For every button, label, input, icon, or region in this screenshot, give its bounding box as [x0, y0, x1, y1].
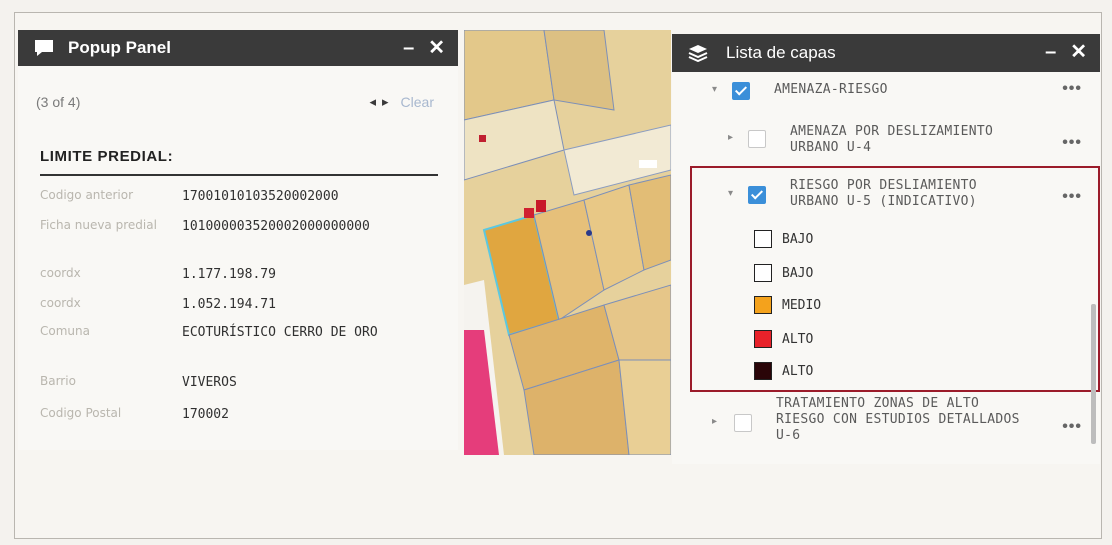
feature-nav: ◂ ▸ Clear — [369, 94, 434, 110]
layer-options-icon[interactable]: ••• — [1062, 418, 1082, 436]
legend-label: MEDIO — [782, 297, 822, 313]
attribute-key: Barrio — [40, 374, 76, 388]
legend-swatch — [754, 296, 772, 314]
feature-count: (3 of 4) — [36, 94, 81, 110]
attribute-row: Codigo Postal 170002 — [40, 406, 440, 423]
layer-options-icon[interactable]: ••• — [1062, 188, 1082, 206]
attribute-value: ECOTURÍSTICO CERRO DE ORO — [182, 325, 378, 340]
popup-panel: Popup Panel – ✕ (3 of 4) ◂ ▸ Clear LIMIT… — [18, 30, 458, 450]
layer-list-panel: Lista de capas – ✕ ▾ AMENAZA-RIESGO ••• … — [672, 34, 1100, 464]
close-button[interactable]: ✕ — [1063, 34, 1094, 70]
legend-item: ALTO — [754, 330, 813, 348]
expand-caret-icon[interactable]: ▸ — [712, 416, 717, 427]
attribute-row: coordx 1.177.198.79 — [40, 266, 440, 283]
legend-item: MEDIO — [754, 296, 821, 314]
attribute-value: 1.052.194.71 — [182, 297, 276, 312]
layers-icon — [688, 43, 710, 63]
next-arrow-icon[interactable]: ▸ — [382, 94, 389, 110]
minimize-button[interactable]: – — [396, 30, 421, 66]
attribute-value: 1.177.198.79 — [182, 267, 276, 282]
legend-label: BAJO — [782, 265, 814, 281]
attribute-value: 170002 — [182, 407, 229, 422]
popup-titlebar[interactable]: Popup Panel – ✕ — [18, 30, 458, 66]
attribute-row: Codigo anterior 17001010103520002000 — [40, 188, 440, 205]
layers-title: Lista de capas — [726, 43, 836, 62]
attribute-value: 17001010103520002000 — [182, 189, 339, 204]
minimize-button[interactable]: – — [1038, 34, 1063, 70]
attribute-key: Ficha nueva predial — [40, 218, 157, 232]
popup-heading: LIMITE PREDIAL: — [40, 148, 174, 165]
layer-checkbox[interactable] — [748, 130, 766, 148]
attribute-row: Ficha nueva predial 10100000352000200000… — [40, 218, 440, 235]
attribute-value: VIVEROS — [182, 375, 237, 390]
collapse-caret-icon[interactable]: ▾ — [712, 84, 717, 95]
legend-label: ALTO — [782, 331, 814, 347]
layer-checkbox[interactable] — [732, 82, 750, 100]
scrollbar[interactable] — [1091, 304, 1096, 444]
legend-swatch — [754, 230, 772, 248]
map-view[interactable] — [464, 30, 671, 455]
expand-caret-icon[interactable]: ▸ — [728, 132, 733, 143]
legend-item: BAJO — [754, 230, 813, 248]
collapse-caret-icon[interactable]: ▾ — [728, 188, 733, 199]
layer-options-icon[interactable]: ••• — [1062, 80, 1082, 98]
legend-item: BAJO — [754, 264, 813, 282]
legend-swatch — [754, 362, 772, 380]
attribute-row: coordx 1.052.194.71 — [40, 296, 440, 313]
legend-swatch — [754, 264, 772, 282]
attribute-key: Codigo Postal — [40, 406, 122, 420]
layer-label: AMENAZA POR DESLIZAMIENTO URBANO U-4 — [790, 124, 994, 155]
clear-link[interactable]: Clear — [401, 94, 434, 110]
legend-item: ALTO — [754, 362, 813, 380]
attribute-key: Codigo anterior — [40, 188, 134, 202]
attribute-row: Comuna ECOTURÍSTICO CERRO DE ORO — [40, 324, 440, 341]
layer-label: RIESGO POR DESLIAMIENTO URBANO U-5 (INDI… — [790, 178, 977, 209]
layer-label: AMENAZA-RIESGO — [774, 82, 888, 97]
legend-swatch — [754, 330, 772, 348]
layer-label: TRATAMIENTO ZONAS DE ALTO RIESGO CON EST… — [776, 396, 1020, 443]
close-button[interactable]: ✕ — [421, 30, 452, 66]
layers-titlebar[interactable]: Lista de capas – ✕ — [672, 34, 1100, 72]
map-canvas[interactable] — [464, 30, 671, 455]
layer-checkbox[interactable] — [734, 414, 752, 432]
attribute-value: 101000003520002000000000 — [182, 219, 370, 234]
legend-label: ALTO — [782, 363, 814, 379]
popup-title: Popup Panel — [68, 38, 171, 57]
heading-divider — [40, 174, 438, 176]
attribute-row: Barrio VIVEROS — [40, 374, 440, 391]
attribute-key: coordx — [40, 296, 81, 310]
layer-checkbox[interactable] — [748, 186, 766, 204]
previous-arrow-icon[interactable]: ◂ — [369, 94, 376, 110]
layer-options-icon[interactable]: ••• — [1062, 134, 1082, 152]
legend-label: BAJO — [782, 231, 814, 247]
attribute-key: coordx — [40, 266, 81, 280]
comment-icon — [34, 38, 56, 58]
attribute-key: Comuna — [40, 324, 90, 338]
